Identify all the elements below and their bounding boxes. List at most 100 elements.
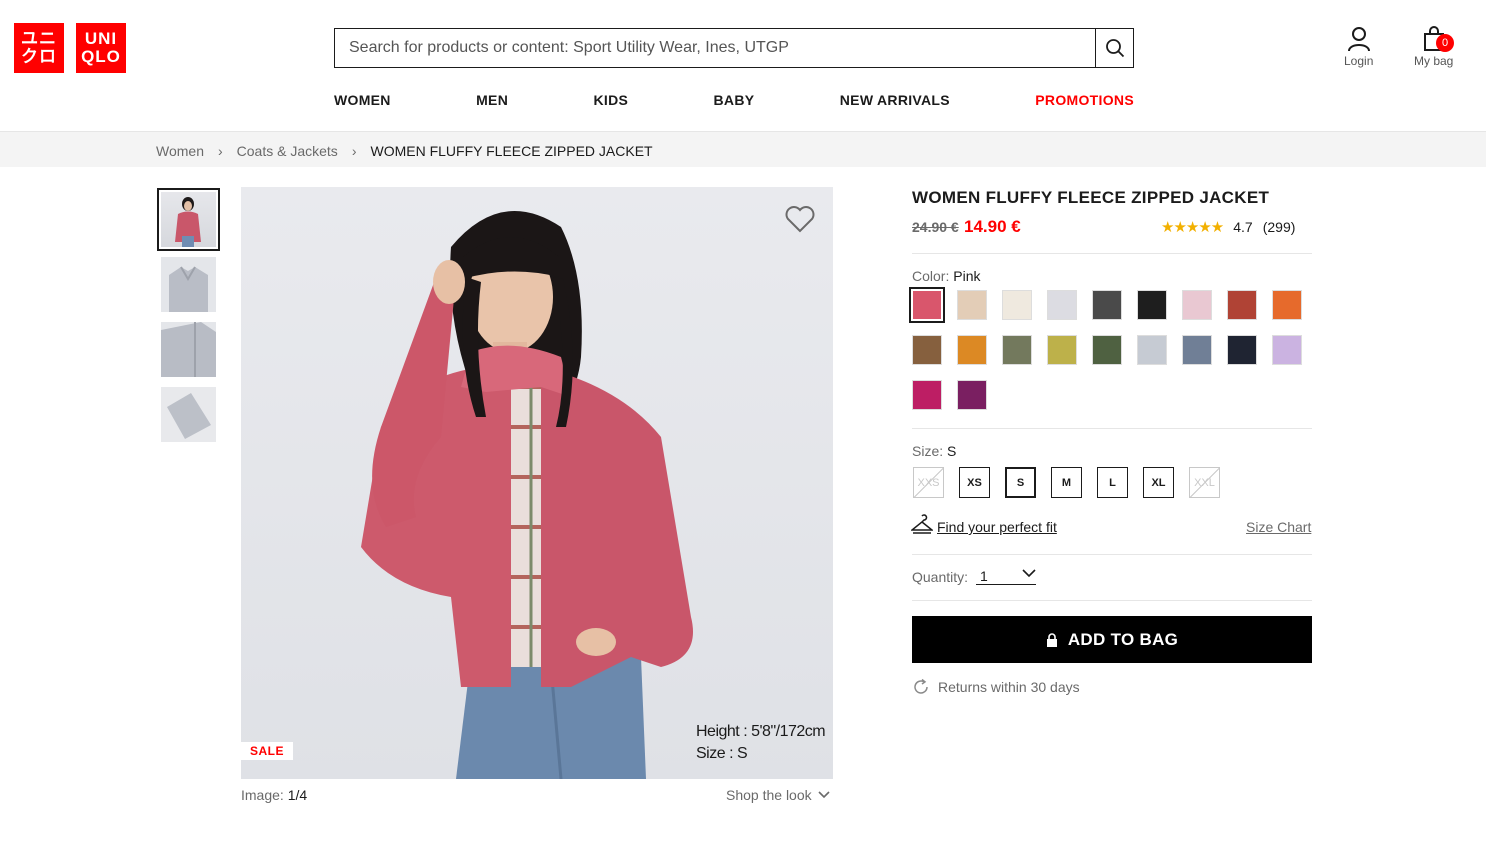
- add-to-bag-button[interactable]: ADD TO BAG: [912, 616, 1312, 663]
- color-swatch[interactable]: [1137, 335, 1167, 365]
- shop-the-look-button[interactable]: Shop the look: [726, 787, 830, 803]
- thumbnail-4[interactable]: [161, 387, 216, 442]
- color-swatch[interactable]: [1227, 290, 1257, 320]
- breadcrumb-bar: Women › Coats & Jackets › WOMEN FLUFFY F…: [0, 131, 1486, 167]
- add-to-bag-label: ADD TO BAG: [1067, 629, 1179, 649]
- sleeve-detail-thumb-art: [161, 387, 216, 442]
- nav-kids[interactable]: KIDS: [593, 92, 628, 108]
- color-swatch[interactable]: [1092, 290, 1122, 320]
- nav-men[interactable]: MEN: [476, 92, 508, 108]
- color-label-text: Color:: [912, 268, 950, 284]
- size-l[interactable]: L: [1097, 467, 1128, 498]
- color-swatch[interactable]: [1272, 290, 1302, 320]
- color-value: Pink: [953, 268, 981, 284]
- bag-count-badge: 0: [1436, 34, 1454, 52]
- chevron-right-icon: ›: [217, 143, 223, 159]
- logo-katakana: ユニ クロ: [14, 23, 64, 73]
- image-label: Image:: [241, 787, 284, 803]
- size-label-text: Size:: [912, 443, 944, 459]
- jacket-front-thumb-art: [161, 257, 216, 312]
- chevron-down-icon: [1022, 569, 1036, 578]
- refresh-icon: [914, 678, 928, 694]
- color-swatch[interactable]: [912, 380, 942, 410]
- color-swatch[interactable]: [1047, 335, 1077, 365]
- size-xxs[interactable]: XXS: [913, 467, 944, 498]
- chevron-right-icon: ›: [351, 143, 357, 159]
- thumbnail-model-image: [161, 192, 216, 247]
- color-swatch[interactable]: [957, 335, 987, 365]
- logo-katakana-bottom: クロ: [21, 47, 57, 66]
- thumbnail-3[interactable]: [161, 322, 216, 377]
- model-photo-art: [361, 211, 693, 779]
- nav-women[interactable]: WOMEN: [334, 92, 391, 108]
- model-size: Size : S: [696, 745, 748, 762]
- breadcrumb: Women › Coats & Jackets › WOMEN FLUFFY F…: [156, 143, 653, 159]
- sale-badge: SALE: [241, 742, 294, 760]
- color-swatch[interactable]: [1047, 290, 1077, 320]
- size-s[interactable]: S: [1005, 467, 1036, 498]
- size-chart-link[interactable]: Size Chart: [1246, 519, 1311, 535]
- nav-new-arrivals[interactable]: NEW ARRIVALS: [840, 92, 950, 108]
- divider: [912, 428, 1312, 429]
- lock-icon: [1046, 632, 1057, 647]
- color-swatch[interactable]: [957, 290, 987, 320]
- logo-latin-top: UNI: [84, 29, 118, 48]
- nav-baby[interactable]: BABY: [714, 92, 755, 108]
- sale-price: 14.90 €: [964, 217, 1021, 236]
- size-options: XXS XS S M L XL XXL: [913, 467, 1220, 498]
- size-value: S: [947, 443, 957, 459]
- breadcrumb-women[interactable]: Women: [156, 143, 204, 159]
- favorite-button[interactable]: [785, 205, 815, 238]
- color-swatch[interactable]: [1002, 290, 1032, 320]
- login-label: Login: [1344, 54, 1374, 68]
- color-swatch[interactable]: [912, 335, 942, 365]
- color-swatch[interactable]: [1002, 335, 1032, 365]
- size-xxl[interactable]: XXL: [1189, 467, 1220, 498]
- hanger-icon: [911, 514, 933, 534]
- jacket-detail-thumb-art: [161, 322, 216, 377]
- nav-promotions[interactable]: PROMOTIONS: [1035, 92, 1134, 108]
- find-perfect-fit-link[interactable]: Find your perfect fit: [937, 519, 1057, 535]
- thumbnail-2[interactable]: [161, 257, 216, 312]
- model-height: Height : 5'8"/172cm: [696, 723, 826, 740]
- color-swatch[interactable]: [1182, 290, 1212, 320]
- search-input[interactable]: [335, 29, 1095, 67]
- color-swatch[interactable]: [1272, 335, 1302, 365]
- rating-value: 4.7: [1233, 219, 1253, 235]
- returns-label: Returns within 30 days: [938, 679, 1080, 695]
- color-swatch[interactable]: [1092, 335, 1122, 365]
- color-swatch[interactable]: [1182, 335, 1212, 365]
- divider: [912, 600, 1312, 601]
- quantity-label: Quantity:: [912, 569, 969, 585]
- model-thumb-art: [175, 197, 201, 247]
- breadcrumb-coats-jackets[interactable]: Coats & Jackets: [237, 143, 338, 159]
- image-counter: Image: 1/4: [241, 787, 307, 803]
- bag-button[interactable]: 0 My bag: [1414, 26, 1454, 68]
- quantity-select[interactable]: 1: [976, 568, 1036, 585]
- size-xl[interactable]: XL: [1143, 467, 1174, 498]
- search-icon: [1105, 39, 1124, 58]
- color-swatch[interactable]: [1227, 335, 1257, 365]
- chevron-down-icon: [818, 791, 830, 799]
- main-nav: WOMEN MEN KIDS BABY NEW ARRIVALS PROMOTI…: [334, 92, 1134, 108]
- color-swatch[interactable]: [957, 380, 987, 410]
- color-swatch[interactable]: [909, 287, 945, 323]
- size-m[interactable]: M: [1051, 467, 1082, 498]
- model-caption: Height : 5'8"/172cm Size : S: [696, 721, 826, 765]
- color-swatch[interactable]: [1137, 290, 1167, 320]
- uniqlo-logo[interactable]: ユニ クロ UNI QLO: [14, 23, 126, 73]
- heart-icon: [785, 206, 815, 233]
- bag-label: My bag: [1414, 54, 1454, 68]
- original-price: 24.90 €: [912, 219, 959, 235]
- rating[interactable]: ★★★★★ 4.7 (299): [1161, 218, 1295, 236]
- size-xs[interactable]: XS: [959, 467, 990, 498]
- search-button[interactable]: [1095, 29, 1133, 67]
- color-label: Color: Pink: [912, 268, 980, 284]
- thumbnail-1[interactable]: [157, 188, 220, 251]
- product-main-image[interactable]: [241, 187, 833, 779]
- logo-katakana-top: ユニ: [21, 29, 57, 48]
- quantity-value: 1: [980, 568, 988, 584]
- login-button[interactable]: Login: [1344, 26, 1373, 68]
- logo-latin-bottom: QLO: [81, 47, 121, 66]
- review-count: (299): [1262, 219, 1296, 235]
